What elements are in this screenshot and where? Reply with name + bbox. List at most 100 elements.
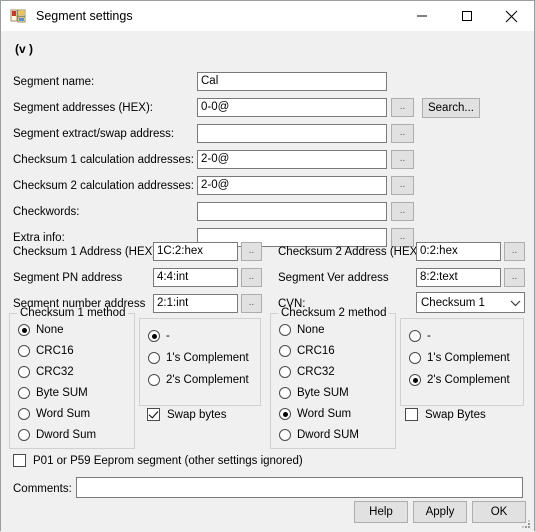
resize-grip-icon[interactable] bbox=[521, 519, 531, 529]
radio-checksum1-none[interactable]: None bbox=[18, 324, 64, 336]
browse-button-checksum2-address[interactable]: .. bbox=[504, 242, 525, 261]
radio-label: Byte SUM bbox=[297, 387, 349, 399]
checksum2-calc-input[interactable]: 2-0@ bbox=[197, 176, 387, 195]
browse-button-checksum1-calc[interactable]: .. bbox=[391, 150, 414, 169]
radio-checksum2-word-sum[interactable]: Word Sum bbox=[279, 408, 351, 420]
radio-label: CRC16 bbox=[297, 345, 335, 357]
radio-checksum1-crc16[interactable]: CRC16 bbox=[18, 345, 74, 357]
radio-label: Dword Sum bbox=[36, 429, 97, 441]
radio-label: Dword SUM bbox=[297, 429, 359, 441]
window-controls bbox=[399, 1, 534, 31]
checksum1-complement-group: - 1's Complement 2's Complement bbox=[139, 318, 261, 406]
checkbox-checksum2-swap-bytes[interactable]: Swap Bytes bbox=[405, 408, 486, 421]
ok-button[interactable]: OK bbox=[472, 501, 526, 523]
radio-indicator bbox=[18, 366, 30, 378]
close-icon[interactable] bbox=[489, 1, 534, 31]
checkwords-input[interactable] bbox=[197, 202, 387, 221]
checksum1-method-group: Checksum 1 method None CRC16 CRC32 Byte … bbox=[9, 307, 135, 449]
field-label-checkwords: Checkwords: bbox=[13, 206, 80, 218]
radio-checksum2-complement-ones[interactable]: 1's Complement bbox=[409, 352, 510, 364]
checksum2-address-input[interactable]: 0:2:hex bbox=[416, 242, 501, 261]
radio-checksum1-complement-none[interactable]: - bbox=[148, 330, 170, 342]
radio-indicator bbox=[148, 330, 160, 342]
radio-indicator bbox=[18, 408, 30, 420]
checksum1-address-input[interactable]: 1C:2:hex bbox=[153, 242, 238, 261]
radio-indicator bbox=[409, 330, 421, 342]
browse-button-checksum2-calc[interactable]: .. bbox=[391, 176, 414, 195]
browse-button-segment-pn[interactable]: .. bbox=[241, 268, 262, 287]
checkbox-label: P01 or P59 Eeprom segment (other setting… bbox=[33, 454, 303, 467]
radio-checksum2-none[interactable]: None bbox=[279, 324, 325, 336]
segment-ver-address-input[interactable]: 8:2:text bbox=[416, 268, 501, 287]
field-label-extract-swap: Segment extract/swap address: bbox=[13, 128, 175, 140]
radio-label: None bbox=[36, 324, 64, 336]
radio-checksum2-crc32[interactable]: CRC32 bbox=[279, 366, 335, 378]
title-bar: Segment settings bbox=[1, 1, 534, 31]
field-label-segment-ver: Segment Ver address bbox=[278, 272, 389, 284]
radio-checksum1-word-sum[interactable]: Word Sum bbox=[18, 408, 90, 420]
radio-label: 1's Complement bbox=[427, 352, 510, 364]
radio-checksum1-crc32[interactable]: CRC32 bbox=[18, 366, 74, 378]
radio-label: 2's Complement bbox=[427, 374, 510, 386]
minimize-icon[interactable] bbox=[399, 1, 444, 31]
radio-checksum1-dword-sum[interactable]: Dword Sum bbox=[18, 429, 96, 441]
browse-button-segment-number[interactable]: .. bbox=[241, 294, 262, 313]
radio-indicator bbox=[279, 387, 291, 399]
browse-button-extract-swap[interactable]: .. bbox=[391, 124, 414, 143]
checksum2-method-caption: Checksum 2 method bbox=[278, 307, 390, 319]
segment-pn-address-input[interactable]: 4:4:int bbox=[153, 268, 238, 287]
checksum1-calc-input[interactable]: 2-0@ bbox=[197, 150, 387, 169]
radio-label: Word Sum bbox=[297, 408, 352, 420]
cvn-select[interactable]: Checksum 1 bbox=[416, 292, 525, 313]
checksum2-complement-group: - 1's Complement 2's Complement bbox=[400, 318, 524, 406]
browse-button-segment-ver[interactable]: .. bbox=[504, 268, 525, 287]
segment-number-address-input[interactable]: 2:1:int bbox=[153, 294, 238, 313]
chevron-down-icon bbox=[507, 299, 524, 307]
dialog-body: (v ) Segment name: Cal Segment addresses… bbox=[1, 31, 534, 531]
radio-label: 1's Complement bbox=[166, 352, 249, 364]
radio-checksum2-complement-twos[interactable]: 2's Complement bbox=[409, 374, 510, 386]
radio-checksum1-complement-twos[interactable]: 2's Complement bbox=[148, 374, 249, 386]
checkbox-indicator bbox=[13, 454, 26, 467]
radio-label: Byte SUM bbox=[36, 387, 88, 399]
radio-label: CRC32 bbox=[297, 366, 335, 378]
radio-indicator bbox=[148, 352, 160, 364]
radio-indicator bbox=[279, 324, 291, 336]
browse-button-checksum1-address[interactable]: .. bbox=[241, 242, 262, 261]
radio-checksum2-crc16[interactable]: CRC16 bbox=[279, 345, 335, 357]
radio-indicator bbox=[148, 374, 160, 386]
browse-button-extra-info[interactable]: .. bbox=[391, 228, 414, 247]
field-label-segment-pn: Segment PN address bbox=[13, 272, 123, 284]
field-label-segment-name: Segment name: bbox=[13, 76, 95, 88]
window-title: Segment settings bbox=[36, 9, 133, 23]
segment-addresses-input[interactable]: 0-0@ bbox=[197, 98, 387, 117]
segment-settings-dialog: Segment settings (v ) Segment name: Cal … bbox=[0, 0, 535, 531]
comments-input[interactable] bbox=[76, 477, 523, 498]
radio-checksum2-byte-sum[interactable]: Byte SUM bbox=[279, 387, 349, 399]
radio-checksum2-complement-none[interactable]: - bbox=[409, 330, 431, 342]
apply-button[interactable]: Apply bbox=[413, 501, 467, 523]
maximize-icon[interactable] bbox=[444, 1, 489, 31]
browse-button-segment-addresses[interactable]: .. bbox=[391, 98, 414, 117]
checkbox-indicator bbox=[405, 408, 418, 421]
segment-extract-swap-input[interactable] bbox=[197, 124, 387, 143]
field-label-checksum2-calc: Checksum 2 calculation addresses: bbox=[13, 180, 194, 192]
field-label-segment-addresses: Segment addresses (HEX): bbox=[13, 102, 153, 114]
field-label-checksum2-address: Checksum 2 Address (HEX): bbox=[278, 246, 425, 258]
comments-label: Comments: bbox=[13, 483, 72, 495]
radio-checksum1-complement-ones[interactable]: 1's Complement bbox=[148, 352, 249, 364]
checkbox-eeprom-segment[interactable]: P01 or P59 Eeprom segment (other setting… bbox=[13, 454, 303, 467]
radio-checksum1-byte-sum[interactable]: Byte SUM bbox=[18, 387, 88, 399]
radio-checksum2-dword-sum[interactable]: Dword SUM bbox=[279, 429, 359, 441]
version-label: (v ) bbox=[15, 42, 33, 56]
search-button[interactable]: Search... bbox=[422, 98, 480, 118]
radio-label: - bbox=[166, 330, 170, 342]
checkbox-checksum1-swap-bytes[interactable]: Swap bytes bbox=[147, 408, 226, 421]
radio-indicator bbox=[279, 408, 291, 420]
browse-button-checkwords[interactable]: .. bbox=[391, 202, 414, 221]
help-button[interactable]: Help bbox=[354, 501, 408, 523]
radio-indicator bbox=[279, 345, 291, 357]
segment-name-input[interactable]: Cal bbox=[197, 72, 387, 91]
form-window-icon bbox=[10, 8, 26, 24]
field-label-checksum1-calc: Checksum 1 calculation addresses: bbox=[13, 154, 194, 166]
